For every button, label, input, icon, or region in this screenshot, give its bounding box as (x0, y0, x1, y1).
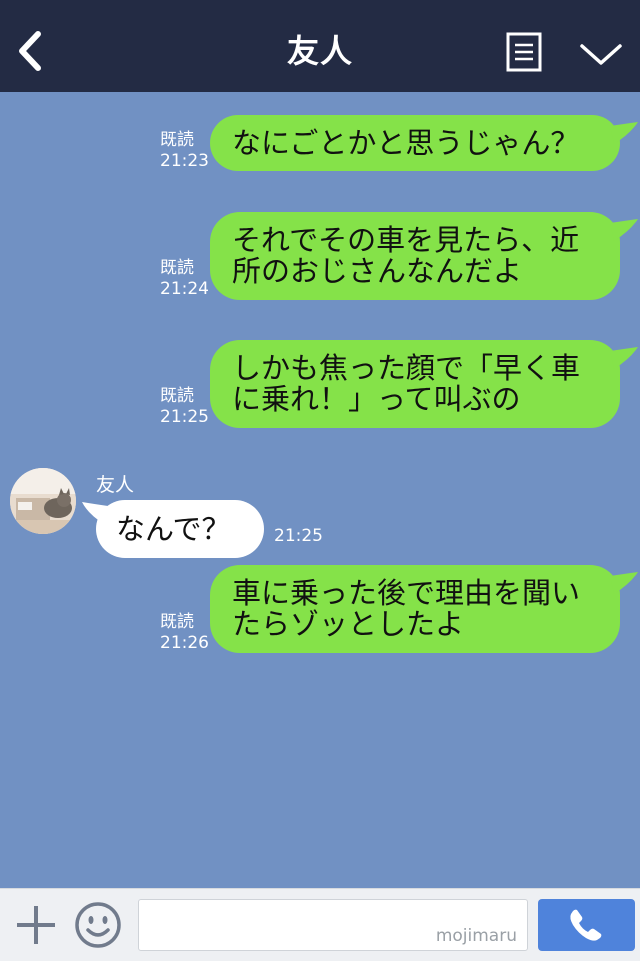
read-receipt: 既読 (160, 258, 194, 278)
message-text-line: に乗れ！」って叫ぶの (232, 382, 521, 416)
message-text-line: 所のおじさんなんだよ (232, 254, 523, 288)
avatar[interactable] (10, 468, 76, 534)
read-receipt: 既読 (160, 130, 194, 150)
bubble-tail (610, 122, 638, 144)
plus-icon (17, 906, 55, 944)
message-bubble[interactable]: なにごとかと思うじゃん？ (210, 115, 620, 171)
message-meta: 既読 21:24 (160, 258, 209, 300)
message-bubble[interactable]: なんで？ (96, 500, 264, 558)
bubble-tail (610, 347, 638, 369)
message-time: 21:23 (160, 151, 209, 171)
menu-button[interactable] (506, 32, 542, 72)
message-text-line: 車に乗った後で理由を聞い (232, 576, 581, 610)
chat-title: 友人 (286, 32, 353, 70)
message-time: 21:25 (160, 407, 209, 427)
bubble-tail (610, 572, 638, 594)
message-meta: 既読 21:25 (160, 386, 209, 428)
message-text-line: たらゾッとしたよ (232, 607, 465, 641)
message-input[interactable]: mojimaru (138, 899, 528, 951)
message-bubble[interactable]: 車に乗った後で理由を聞い たらゾッとしたよ (210, 565, 620, 653)
message-bubble[interactable]: それでその車を見たら、近 所のおじさんなんだよ (210, 212, 620, 300)
collapse-button[interactable] (578, 36, 624, 70)
message-meta: 既読 21:23 (160, 130, 209, 172)
message-text-line: なにごとかと思うじゃん？ (232, 125, 580, 160)
avatar-cat-photo (10, 468, 76, 534)
read-receipt: 既読 (160, 386, 194, 406)
sender-name: 友人 (96, 474, 135, 496)
chevron-down-icon (580, 44, 622, 65)
smiley-icon (75, 902, 121, 948)
read-receipt: 既読 (160, 612, 194, 632)
chat-area[interactable]: 既読 21:23 なにごとかと思うじゃん？ 既読 21:24 それでその車を見た… (0, 92, 640, 888)
add-button[interactable] (14, 903, 58, 947)
message-meta: 既読 21:26 (160, 612, 209, 654)
chat-header: 友人 (0, 0, 640, 92)
bubble-tail (610, 219, 638, 241)
message-text-line: しかも焦った顔で「早く車 (232, 351, 581, 385)
watermark-text: mojimaru (435, 926, 517, 946)
call-button[interactable] (538, 899, 635, 951)
message-time: 21:26 (160, 633, 209, 653)
message-time: 21:25 (274, 526, 323, 546)
phone-icon (570, 909, 602, 941)
message-text-line: なんで？ (116, 511, 231, 546)
emoji-button[interactable] (74, 901, 122, 949)
message-time: 21:24 (160, 279, 209, 299)
list-icon (506, 32, 542, 72)
message-text-line: それでその車を見たら、近 (232, 223, 580, 257)
message-bubble[interactable]: しかも焦った顔で「早く車 に乗れ！」って叫ぶの (210, 340, 620, 428)
input-bar: mojimaru (0, 888, 640, 961)
